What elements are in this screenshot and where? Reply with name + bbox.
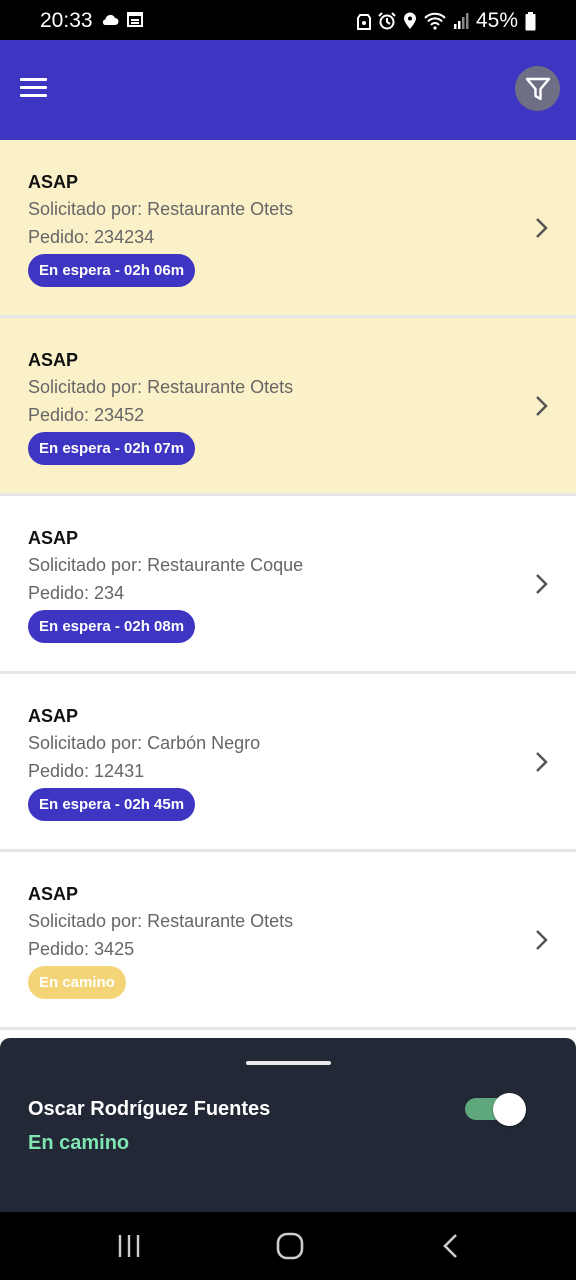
order-number: Pedido: 23452: [28, 405, 145, 425]
back-icon[interactable]: [441, 1232, 461, 1260]
home-icon[interactable]: [276, 1232, 304, 1260]
chevron-right-icon: [536, 930, 548, 950]
order-requested-by: Solicitado por: Restaurante Otets: [28, 911, 294, 931]
order-title: ASAP: [28, 706, 79, 726]
availability-toggle[interactable]: [465, 1093, 527, 1127]
notification-icon: [356, 14, 371, 30]
status-badge: En espera - 02h 07m: [28, 432, 196, 465]
driver-bottom-sheet: Oscar Rodríguez Fuentes En camino: [0, 1038, 576, 1212]
calendar-icon: [127, 12, 143, 27]
chevron-right-icon: [536, 218, 548, 238]
app-bar: [0, 40, 576, 140]
status-time: 20:33: [40, 9, 93, 32]
recent-apps-icon[interactable]: [117, 1232, 141, 1260]
order-number: Pedido: 234: [28, 583, 125, 603]
status-badge: En espera - 02h 08m: [28, 610, 196, 643]
order-card[interactable]: ASAP Solicitado por: Restaurante Otets P…: [0, 852, 576, 1030]
order-requested-by: Solicitado por: Restaurante Otets: [28, 199, 294, 219]
order-title: ASAP: [28, 884, 79, 904]
alarm-icon: [378, 12, 396, 30]
wifi-icon: [424, 12, 446, 30]
driver-status: En camino: [28, 1132, 130, 1154]
battery-level: 45%: [475, 9, 518, 32]
orders-list: ASAP Solicitado por: Restaurante Otets P…: [0, 140, 576, 1030]
filter-icon: [525, 77, 550, 100]
status-badge: En espera - 02h 45m: [28, 788, 196, 821]
order-card[interactable]: ASAP Solicitado por: Carbón Negro Pedido…: [0, 674, 576, 852]
order-requested-by: Solicitado por: Restaurante Otets: [28, 377, 294, 397]
order-card[interactable]: ASAP Solicitado por: Restaurante Otets P…: [0, 318, 576, 496]
filter-button[interactable]: [515, 66, 560, 111]
order-title: ASAP: [28, 172, 79, 192]
signal-icon: [453, 13, 469, 29]
sheet-drag-handle[interactable]: [246, 1061, 331, 1065]
order-title: ASAP: [28, 350, 79, 370]
driver-name: Oscar Rodríguez Fuentes: [28, 1098, 271, 1120]
chevron-right-icon: [536, 752, 548, 772]
menu-icon[interactable]: [20, 78, 47, 98]
order-card[interactable]: ASAP Solicitado por: Restaurante Coque P…: [0, 496, 576, 674]
battery-icon: [525, 11, 536, 30]
order-number: Pedido: 12431: [28, 761, 145, 781]
order-number: Pedido: 3425: [28, 939, 135, 959]
status-bar: 20:33 45%: [0, 0, 576, 40]
cloud-icon: [102, 14, 119, 25]
order-requested-by: Solicitado por: Restaurante Coque: [28, 555, 304, 575]
system-nav-bar: [0, 1212, 576, 1280]
order-title: ASAP: [28, 528, 79, 548]
chevron-right-icon: [536, 574, 548, 594]
order-number: Pedido: 234234: [28, 227, 155, 247]
status-badge: En espera - 02h 06m: [28, 254, 196, 287]
status-badge: En camino: [28, 966, 126, 999]
chevron-right-icon: [536, 396, 548, 416]
location-icon: [403, 12, 416, 29]
order-requested-by: Solicitado por: Carbón Negro: [28, 733, 261, 753]
order-card[interactable]: ASAP Solicitado por: Restaurante Otets P…: [0, 140, 576, 318]
